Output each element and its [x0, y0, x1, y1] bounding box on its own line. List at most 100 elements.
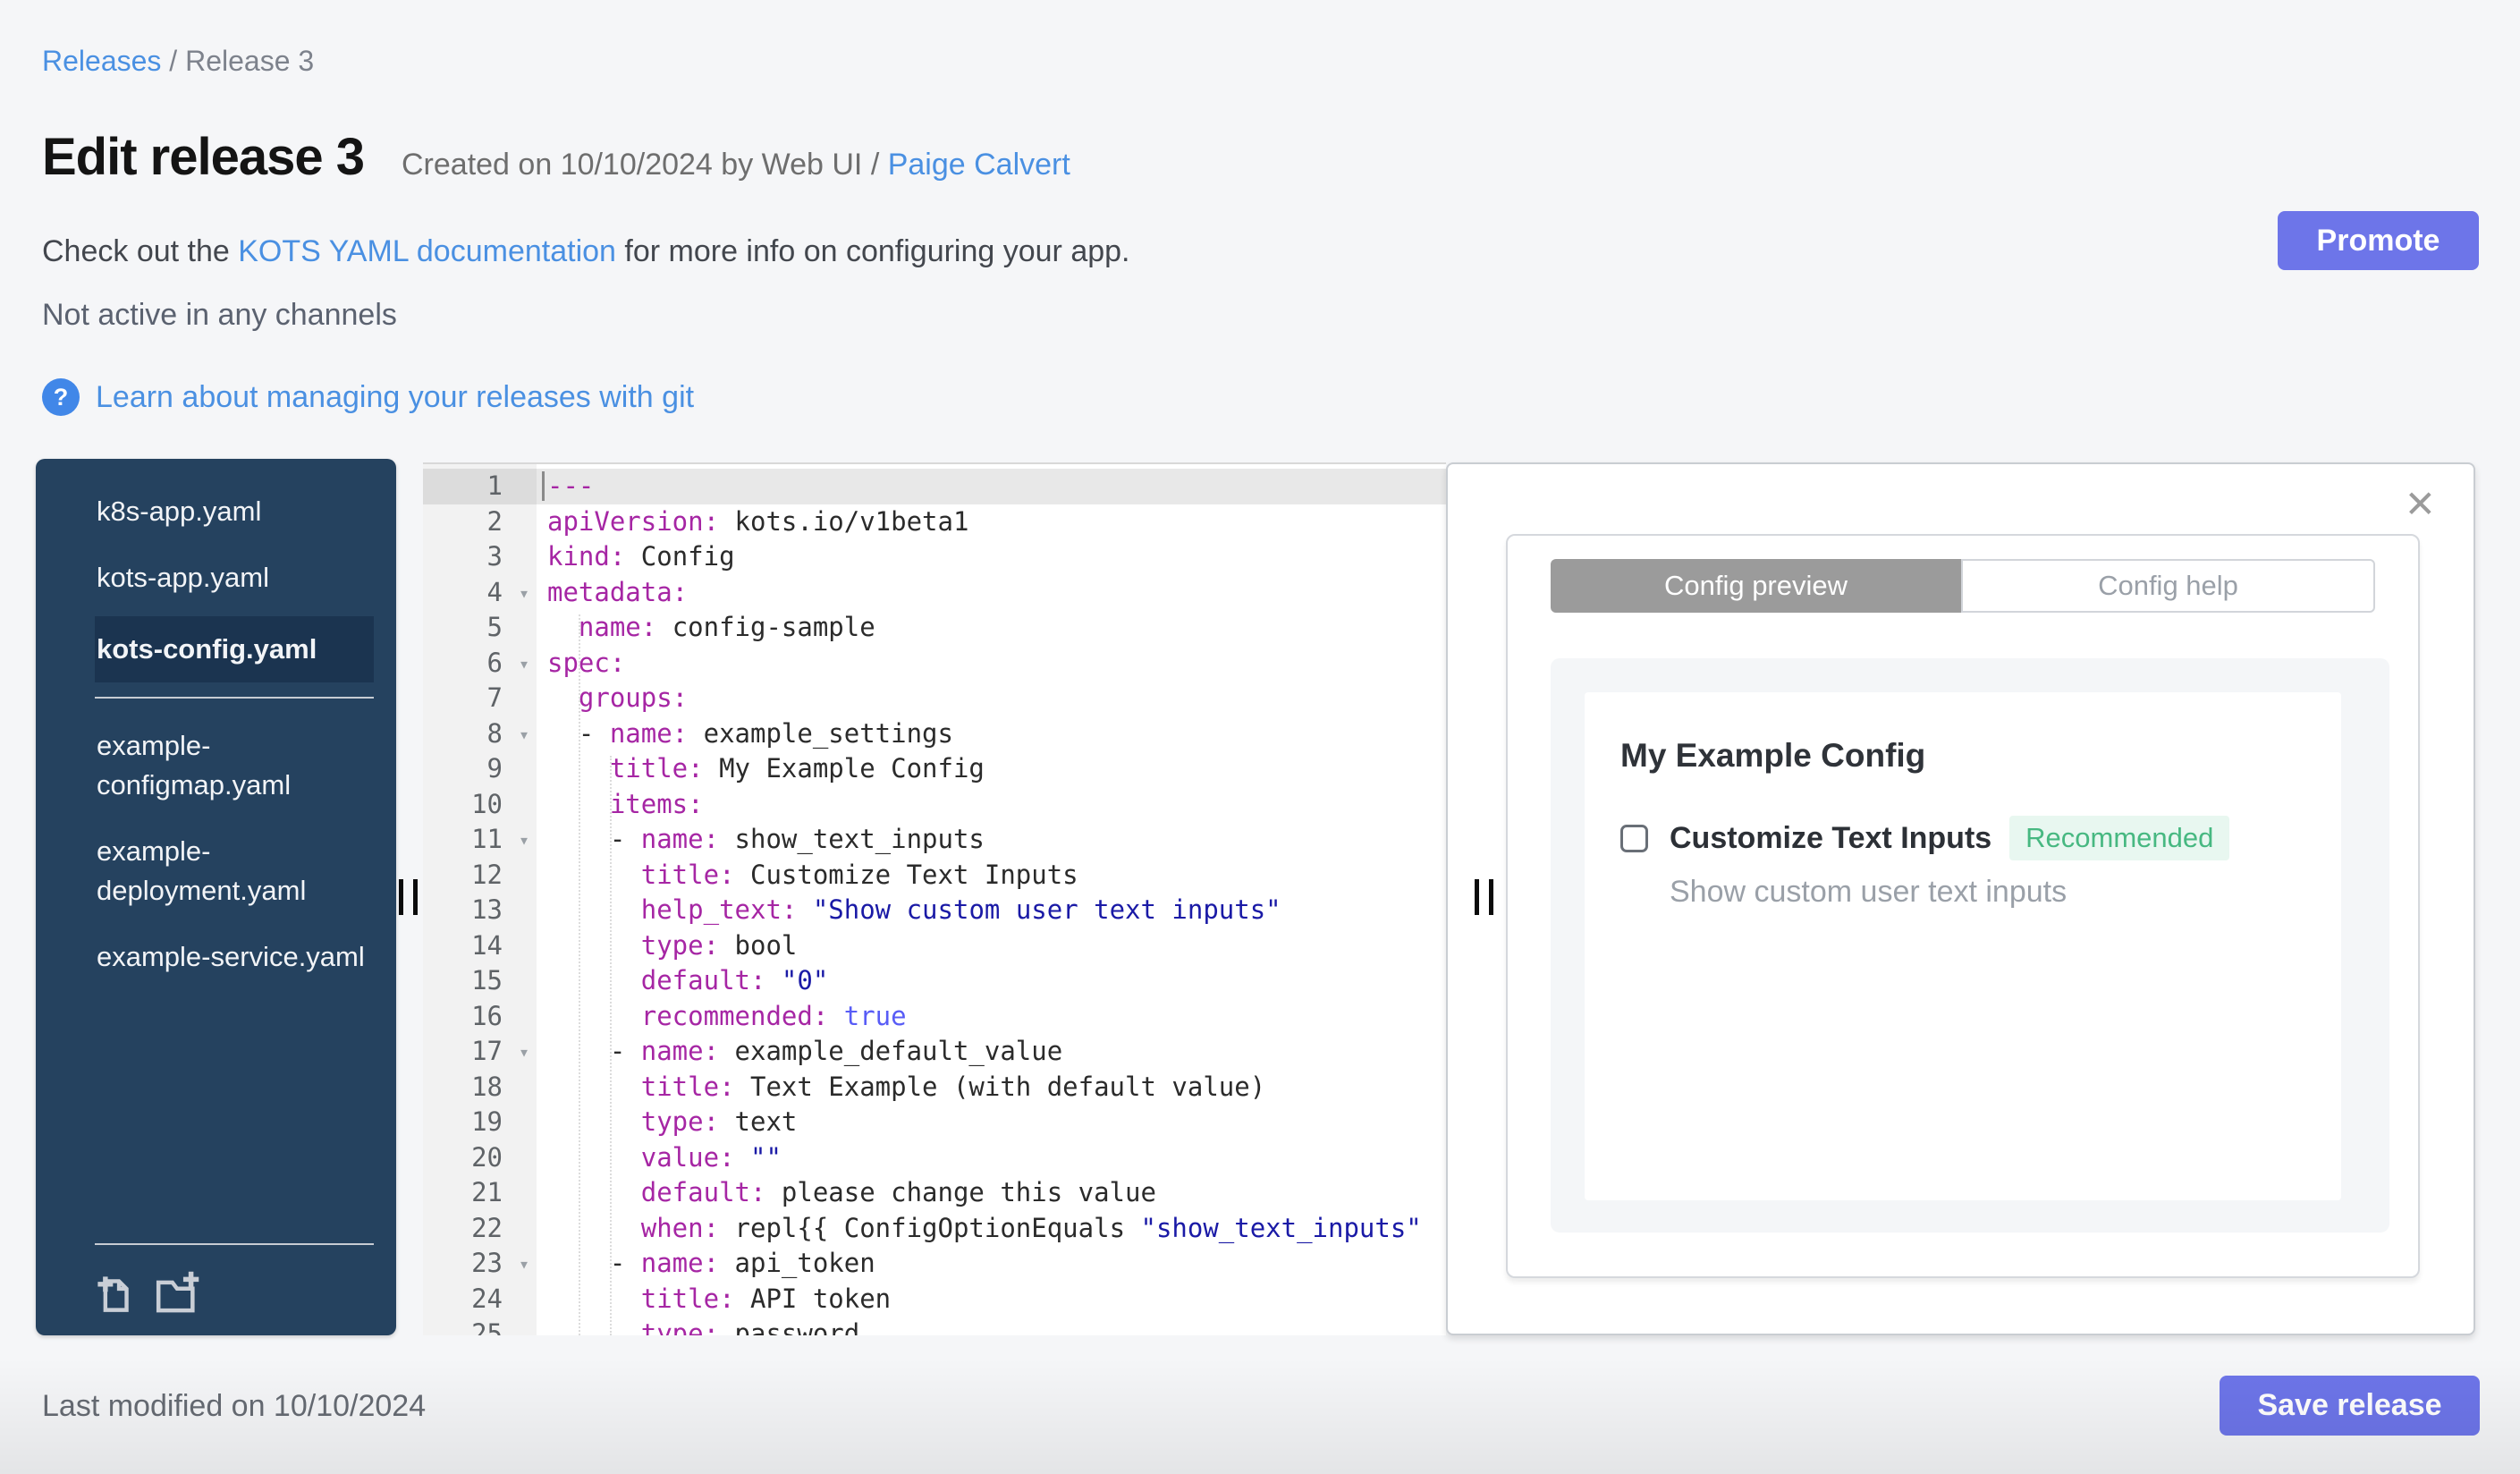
- save-release-button[interactable]: Save release: [2220, 1376, 2480, 1436]
- code-line[interactable]: name: config-sample: [537, 610, 1446, 646]
- line-number: 7: [486, 682, 503, 713]
- code-line[interactable]: type: password: [537, 1317, 1446, 1335]
- file-sidebar: k8s-app.yaml kots-app.yaml kots-config.yam…: [36, 459, 396, 1335]
- code-line[interactable]: metadata:: [537, 575, 1446, 611]
- config-tab-container: Config preview Config help My Example Con…: [1506, 534, 2420, 1278]
- file-list-top: k8s-app.yaml kots-app.yaml kots-config.yam…: [95, 479, 374, 683]
- created-text: Created on 10/10/2024 by Web UI /: [402, 148, 888, 182]
- sidebar-item-example-deployment-yaml[interactable]: example-deployment.yaml: [95, 818, 374, 924]
- sidebar-item-example-service-yaml[interactable]: example-service.yaml: [95, 924, 374, 990]
- code-line[interactable]: recommended: true: [537, 999, 1446, 1035]
- file-list-bottom: example-configmap.yaml example-deployment…: [95, 713, 374, 990]
- new-folder-icon[interactable]: [154, 1270, 200, 1321]
- line-number: 12: [471, 859, 503, 890]
- sidebar-footer: [95, 1229, 374, 1335]
- code-line[interactable]: title: My Example Config: [537, 751, 1446, 787]
- tab-config-preview[interactable]: Config preview: [1551, 559, 1961, 613]
- line-number: 16: [471, 1000, 503, 1031]
- code-line[interactable]: when: repl{{ ConfigOptionEquals "show_te…: [537, 1211, 1446, 1247]
- line-number: 24: [471, 1283, 503, 1314]
- breadcrumb: Releases / Release 3: [42, 45, 314, 78]
- code-line[interactable]: - name: example_settings: [537, 716, 1446, 752]
- sidebar-footer-divider: [95, 1243, 374, 1245]
- line-number: 3: [486, 541, 503, 572]
- code-line[interactable]: default: please change this value: [537, 1175, 1446, 1211]
- sidebar-item-kots-config-yaml[interactable]: kots-config.yaml: [95, 616, 374, 683]
- code-line[interactable]: help_text: "Show custom user text inputs…: [537, 893, 1446, 928]
- question-circle-icon[interactable]: ?: [42, 378, 80, 416]
- code-line[interactable]: groups:: [537, 681, 1446, 716]
- code-line[interactable]: title: Text Example (with default value): [537, 1070, 1446, 1106]
- channel-status: Not active in any channels: [42, 298, 397, 332]
- new-file-icon[interactable]: [95, 1270, 134, 1321]
- line-number: 21: [471, 1177, 503, 1207]
- doc-line: Check out the KOTS YAML documentation fo…: [42, 234, 1130, 269]
- git-releases-link[interactable]: Learn about managing your releases with …: [96, 380, 694, 415]
- config-preview-panel: ✕ Config preview Config help My Example C…: [1446, 462, 2475, 1335]
- config-option-label: Customize Text Inputs: [1670, 820, 1992, 855]
- line-number: 2: [486, 505, 503, 537]
- config-tabs: Config preview Config help: [1551, 559, 2375, 613]
- line-number: 15: [471, 965, 503, 995]
- sidebar-divider: [95, 697, 374, 699]
- code-line[interactable]: spec:: [537, 646, 1446, 682]
- line-number: 5: [486, 612, 503, 642]
- indent-guide: [610, 756, 612, 1335]
- sidebar-item-k8s-app-yaml[interactable]: k8s-app.yaml: [95, 479, 374, 545]
- line-number: 11 ▾: [423, 822, 537, 858]
- code-line[interactable]: type: text: [537, 1105, 1446, 1140]
- fold-arrow-icon[interactable]: ▾: [519, 1247, 529, 1283]
- editor-resize-handle[interactable]: [1475, 879, 1493, 915]
- promote-button[interactable]: Promote: [2278, 211, 2479, 270]
- breadcrumb-current: Release 3: [185, 45, 315, 77]
- title-row: Edit release 3 Created on 10/10/2024 by …: [42, 127, 1070, 187]
- sidebar-item-example-configmap-yaml[interactable]: example-configmap.yaml: [95, 713, 374, 818]
- fold-arrow-icon[interactable]: ▾: [519, 823, 529, 859]
- sidebar-item-kots-app-yaml[interactable]: kots-app.yaml: [95, 545, 374, 611]
- line-number: 22: [471, 1212, 503, 1243]
- yaml-editor[interactable]: 1 2 3 4 ▾ 5 6 ▾ 7 8 ▾ 9 10 11 ▾ 12 13 14 15 16 17 ▾ 18 19 20 21 22…: [423, 462, 1446, 1335]
- code-line[interactable]: title: Customize Text Inputs: [537, 858, 1446, 894]
- line-number: 20: [471, 1141, 503, 1173]
- breadcrumb-releases-link[interactable]: Releases: [42, 45, 161, 77]
- code-line[interactable]: kind: Config: [537, 539, 1446, 575]
- fold-arrow-icon[interactable]: ▾: [519, 717, 529, 753]
- line-number: 18: [471, 1071, 503, 1102]
- customize-text-inputs-checkbox[interactable]: [1620, 824, 1648, 852]
- line-number: 19: [471, 1106, 503, 1137]
- code-line[interactable]: items:: [537, 787, 1446, 823]
- last-modified-text: Last modified on 10/10/2024: [42, 1389, 427, 1423]
- line-number: 25: [471, 1318, 503, 1335]
- code-line[interactable]: type: bool: [537, 928, 1446, 964]
- author-link[interactable]: Paige Calvert: [888, 148, 1070, 182]
- code-line[interactable]: - name: api_token: [537, 1246, 1446, 1282]
- recommended-badge: Recommended: [2009, 816, 2230, 860]
- code-line[interactable]: - name: show_text_inputs: [537, 822, 1446, 858]
- code-line[interactable]: apiVersion: kots.io/v1beta1: [537, 504, 1446, 540]
- doc-line-prefix: Check out the: [42, 234, 239, 268]
- code-line[interactable]: default: "0": [537, 963, 1446, 999]
- indent-guide: [579, 614, 580, 1335]
- tab-config-help[interactable]: Config help: [1961, 559, 2375, 613]
- fold-arrow-icon[interactable]: ▾: [519, 1035, 529, 1071]
- line-number: 1: [423, 469, 537, 504]
- text-cursor: [542, 471, 545, 501]
- line-number: 10: [471, 788, 503, 819]
- line-number: 17 ▾: [423, 1034, 537, 1070]
- code-line[interactable]: title: API token: [537, 1282, 1446, 1317]
- fold-arrow-icon[interactable]: ▾: [519, 576, 529, 612]
- code-line[interactable]: - name: example_default_value: [537, 1034, 1446, 1070]
- kots-yaml-doc-link[interactable]: KOTS YAML documentation: [238, 234, 616, 268]
- close-icon[interactable]: ✕: [2405, 486, 2436, 523]
- code-line[interactable]: value: "": [537, 1140, 1446, 1176]
- code-line[interactable]: ---: [537, 469, 1446, 504]
- line-number: 8 ▾: [423, 716, 537, 752]
- page-title: Edit release 3: [42, 128, 365, 186]
- editor-code-area[interactable]: --- apiVersion: kots.io/v1beta1 kind: Conf…: [537, 464, 1446, 1335]
- sidebar-resize-handle[interactable]: [399, 879, 418, 915]
- config-preview-area: My Example Config Customize Text Inputs …: [1551, 658, 2389, 1233]
- editor-gutter: 1 2 3 4 ▾ 5 6 ▾ 7 8 ▾ 9 10 11 ▾ 12 13 14 15 16 17 ▾ 18 19 20 21 22…: [423, 464, 537, 1335]
- config-group-title: My Example Config: [1620, 737, 1926, 774]
- line-number: 6 ▾: [423, 646, 537, 682]
- fold-arrow-icon[interactable]: ▾: [519, 647, 529, 682]
